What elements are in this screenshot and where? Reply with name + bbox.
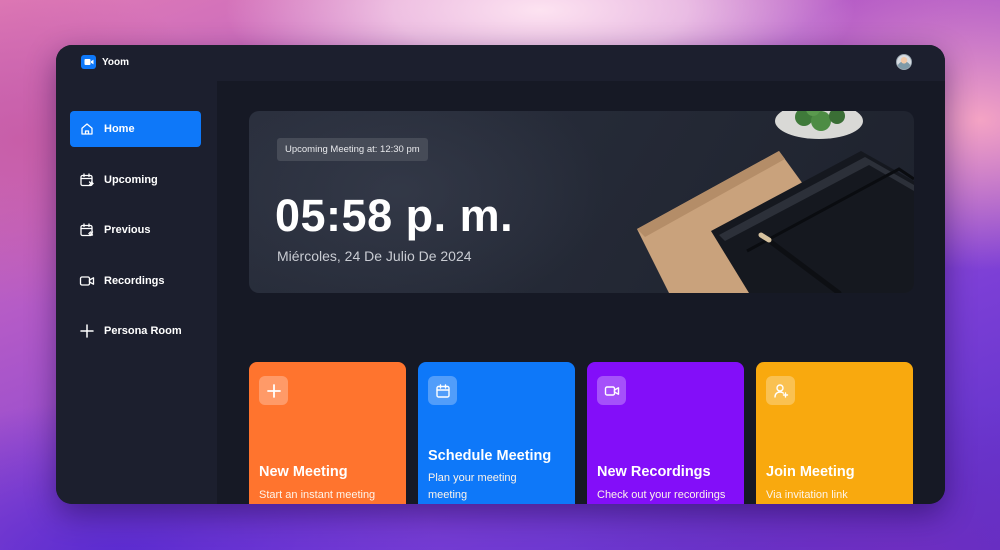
- main-content: Upcoming Meeting at: 12:30 pm 05:58 p. m…: [217, 81, 945, 504]
- card-subtitle: Start an instant meeting: [259, 489, 376, 501]
- card-title: New Meeting: [259, 464, 348, 480]
- home-icon: [81, 123, 93, 135]
- sidebar-item-previous[interactable]: Previous: [70, 212, 201, 248]
- add-user-icon: [766, 376, 795, 405]
- new-recordings-card[interactable]: New Recordings Check out your recordings: [587, 362, 744, 504]
- video-icon: [79, 276, 95, 286]
- card-subtitle: Check out your recordings: [597, 489, 726, 501]
- plus-icon: [259, 376, 288, 405]
- schedule-meeting-card[interactable]: Schedule Meeting Plan your meeting meeti…: [418, 362, 575, 504]
- card-title: Schedule Meeting: [428, 448, 552, 464]
- desk-notebook-image: [637, 111, 914, 293]
- video-camera-icon: [81, 55, 96, 69]
- sidebar: Home Upcoming Previous Recordings Person…: [56, 81, 217, 504]
- sidebar-item-label: Persona Room: [104, 325, 182, 337]
- card-title: New Recordings: [597, 464, 711, 480]
- app-logo[interactable]: Yoom: [81, 55, 129, 69]
- calendar-previous-icon: [80, 223, 94, 237]
- video-icon: [597, 376, 626, 405]
- current-date: Miércoles, 24 De Julio De 2024: [277, 248, 472, 264]
- sidebar-item-upcoming[interactable]: Upcoming: [70, 162, 201, 198]
- card-subtitle: Via invitation link: [766, 489, 848, 501]
- new-meeting-card[interactable]: New Meeting Start an instant meeting: [249, 362, 406, 504]
- card-title: Join Meeting: [766, 464, 855, 480]
- sidebar-item-label: Previous: [104, 224, 151, 236]
- user-avatar[interactable]: [896, 54, 912, 70]
- sidebar-item-label: Home: [104, 123, 135, 135]
- app-window: Yoom Home Upcoming Previous Recordings P…: [56, 45, 945, 504]
- calendar-upcoming-icon: [80, 173, 94, 187]
- app-name: Yoom: [102, 56, 130, 68]
- sidebar-item-label: Upcoming: [104, 174, 158, 186]
- calendar-icon: [428, 376, 457, 405]
- sidebar-item-recordings[interactable]: Recordings: [70, 263, 201, 299]
- top-bar: Yoom: [56, 45, 945, 81]
- sidebar-item-home[interactable]: Home: [70, 111, 201, 147]
- plus-icon: [80, 324, 94, 338]
- hero-banner: Upcoming Meeting at: 12:30 pm 05:58 p. m…: [249, 111, 914, 293]
- sidebar-item-label: Recordings: [104, 275, 165, 287]
- card-subtitle: Plan your meeting meeting: [428, 472, 517, 501]
- join-meeting-card[interactable]: Join Meeting Via invitation link: [756, 362, 913, 504]
- sidebar-item-persona-room[interactable]: Persona Room: [70, 313, 201, 349]
- upcoming-meeting-badge: Upcoming Meeting at: 12:30 pm: [277, 138, 428, 161]
- current-time: 05:58 p. m.: [275, 190, 514, 241]
